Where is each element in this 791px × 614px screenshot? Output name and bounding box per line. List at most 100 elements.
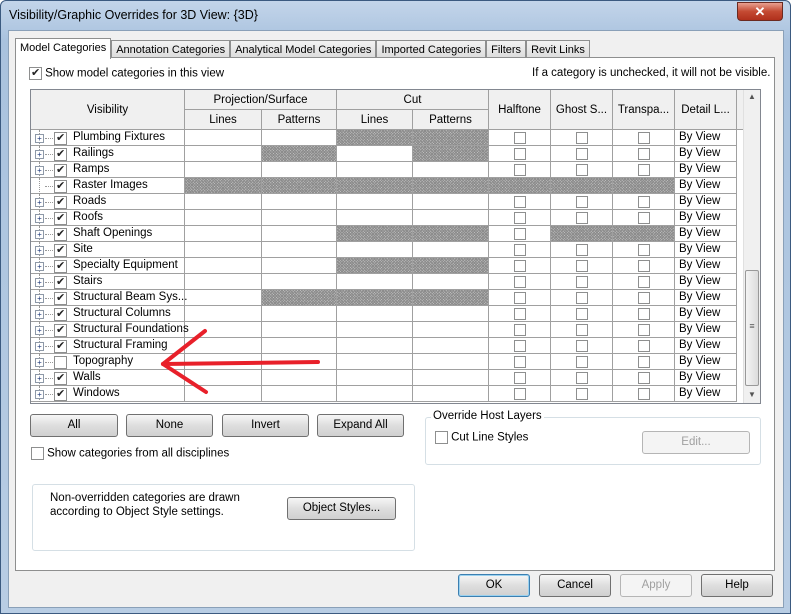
category-row[interactable]: + Site By View — [31, 242, 737, 258]
category-visibility-checkbox[interactable] — [54, 212, 67, 225]
proj-lines-cell[interactable] — [185, 306, 262, 322]
halftone-checkbox[interactable] — [513, 212, 526, 224]
proj-patterns-cell[interactable] — [262, 354, 337, 370]
category-row[interactable]: + Structural Framing By View — [31, 338, 737, 354]
expand-icon[interactable]: + — [35, 262, 44, 271]
cut-lines-cell[interactable] — [337, 386, 413, 402]
transparent-cell[interactable] — [613, 146, 675, 162]
tab-analytical-model-categories[interactable]: Analytical Model Categories — [230, 40, 377, 58]
cut-lines-cell[interactable] — [337, 370, 413, 386]
transparent-cell[interactable] — [613, 258, 675, 274]
cut-lines-cell[interactable] — [337, 306, 413, 322]
cut-lines-cell[interactable] — [337, 210, 413, 226]
cut-patterns-cell[interactable] — [413, 322, 489, 338]
transparent-checkbox[interactable] — [637, 212, 650, 224]
proj-patterns-cell[interactable] — [262, 386, 337, 402]
cut-patterns-cell[interactable] — [413, 162, 489, 178]
expand-icon[interactable]: + — [35, 326, 44, 335]
transparent-checkbox[interactable] — [637, 340, 650, 352]
category-row[interactable]: + Structural Columns By View — [31, 306, 737, 322]
category-row[interactable]: + Stairs By View — [31, 274, 737, 290]
cancel-button[interactable]: Cancel — [539, 574, 611, 597]
ghost-cell[interactable] — [551, 146, 613, 162]
category-visibility-checkbox[interactable] — [54, 148, 67, 161]
transparent-checkbox[interactable] — [637, 164, 650, 176]
cut-patterns-cell[interactable] — [413, 194, 489, 210]
category-row[interactable]: + Topography By View — [31, 354, 737, 370]
transparent-cell[interactable] — [613, 338, 675, 354]
expand-icon[interactable]: + — [35, 374, 44, 383]
ghost-cell[interactable] — [551, 322, 613, 338]
ghost-checkbox[interactable] — [575, 308, 588, 320]
expand-icon[interactable]: + — [35, 358, 44, 367]
ghost-cell[interactable] — [551, 162, 613, 178]
category-visibility-checkbox[interactable] — [54, 388, 67, 401]
cut-lines-cell[interactable] — [337, 322, 413, 338]
detail-cell[interactable]: By View — [675, 178, 737, 194]
cut-line-styles-checkbox[interactable] — [435, 431, 448, 444]
transparent-cell[interactable] — [613, 354, 675, 370]
ghost-checkbox[interactable] — [575, 292, 588, 304]
halftone-checkbox[interactable] — [513, 372, 526, 384]
halftone-cell[interactable] — [489, 130, 551, 146]
transparent-checkbox[interactable] — [637, 356, 650, 368]
category-row[interactable]: + Shaft Openings By View — [31, 226, 737, 242]
transparent-cell[interactable] — [613, 370, 675, 386]
ghost-cell[interactable] — [551, 194, 613, 210]
category-visibility-checkbox[interactable] — [54, 372, 67, 385]
category-visibility-checkbox[interactable] — [54, 244, 67, 257]
ghost-checkbox[interactable] — [575, 164, 588, 176]
category-visibility-checkbox[interactable] — [54, 196, 67, 209]
category-visibility-checkbox[interactable] — [54, 292, 67, 305]
detail-cell[interactable]: By View — [675, 242, 737, 258]
show-all-disciplines-checkbox[interactable] — [31, 447, 44, 460]
halftone-checkbox[interactable] — [513, 276, 526, 288]
detail-cell[interactable]: By View — [675, 162, 737, 178]
halftone-cell[interactable] — [489, 226, 551, 242]
all-button[interactable]: All — [30, 414, 118, 437]
detail-cell[interactable]: By View — [675, 226, 737, 242]
ghost-checkbox[interactable] — [575, 372, 588, 384]
transparent-checkbox[interactable] — [637, 324, 650, 336]
transparent-cell[interactable] — [613, 322, 675, 338]
proj-patterns-cell[interactable] — [262, 258, 337, 274]
proj-patterns-cell[interactable] — [262, 306, 337, 322]
cut-lines-cell[interactable] — [337, 274, 413, 290]
transparent-cell[interactable] — [613, 194, 675, 210]
halftone-cell[interactable] — [489, 386, 551, 402]
ghost-checkbox[interactable] — [575, 388, 588, 400]
close-button[interactable]: ✕ — [737, 2, 783, 21]
halftone-cell[interactable] — [489, 194, 551, 210]
expand-icon[interactable]: + — [35, 134, 44, 143]
proj-patterns-cell[interactable] — [262, 338, 337, 354]
halftone-checkbox[interactable] — [513, 148, 526, 160]
ghost-cell[interactable] — [551, 210, 613, 226]
transparent-cell[interactable] — [613, 386, 675, 402]
halftone-cell[interactable] — [489, 370, 551, 386]
proj-patterns-cell[interactable] — [262, 226, 337, 242]
transparent-checkbox[interactable] — [637, 244, 650, 256]
cut-patterns-cell[interactable] — [413, 338, 489, 354]
halftone-checkbox[interactable] — [513, 260, 526, 272]
category-visibility-checkbox[interactable] — [54, 356, 67, 369]
transparent-checkbox[interactable] — [637, 132, 650, 144]
proj-patterns-cell[interactable] — [262, 370, 337, 386]
ghost-cell[interactable] — [551, 370, 613, 386]
halftone-checkbox[interactable] — [513, 388, 526, 400]
ghost-cell[interactable] — [551, 386, 613, 402]
halftone-cell[interactable] — [489, 306, 551, 322]
proj-lines-cell[interactable] — [185, 258, 262, 274]
tab-filters[interactable]: Filters — [486, 40, 527, 58]
expand-icon[interactable]: + — [35, 390, 44, 399]
category-row[interactable]: Raster Images By View — [31, 178, 737, 194]
detail-cell[interactable]: By View — [675, 258, 737, 274]
edit-button[interactable]: Edit... — [642, 431, 750, 454]
category-row[interactable]: + Structural Beam Sys... By View — [31, 290, 737, 306]
apply-button[interactable]: Apply — [620, 574, 692, 597]
transparent-cell[interactable] — [613, 210, 675, 226]
halftone-cell[interactable] — [489, 354, 551, 370]
show-model-categories-option[interactable]: Show model categories in this view — [29, 67, 224, 80]
ghost-checkbox[interactable] — [575, 356, 588, 368]
halftone-cell[interactable] — [489, 162, 551, 178]
ghost-cell[interactable] — [551, 258, 613, 274]
